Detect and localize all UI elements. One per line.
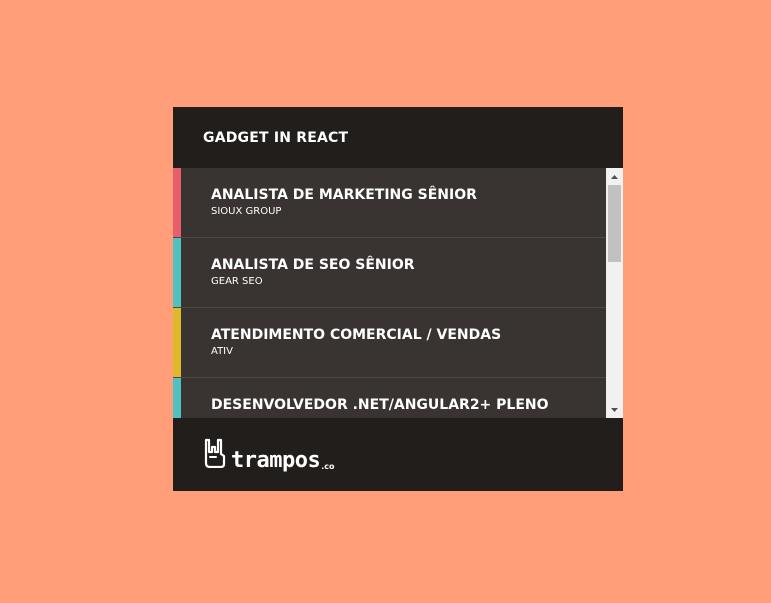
job-title: ANALISTA DE SEO SÊNIOR	[211, 257, 415, 273]
job-color-stripe	[173, 168, 181, 237]
gadget-title: GADGET IN REACT	[203, 129, 349, 146]
rock-hand-icon	[203, 438, 227, 472]
job-company: GEAR SEO	[211, 276, 263, 287]
jobs-gadget: GADGET IN REACT ANALISTA DE MARKETING SÊ…	[173, 107, 623, 491]
logo-suffix: .co	[321, 461, 335, 471]
trampos-logo[interactable]: trampos .co	[203, 438, 335, 472]
job-color-stripe	[173, 308, 181, 377]
gadget-footer: trampos .co	[173, 418, 623, 491]
scroll-up-arrow-icon[interactable]	[606, 168, 623, 185]
job-color-stripe	[173, 238, 181, 307]
scroll-down-arrow-icon[interactable]	[606, 401, 623, 418]
job-title: DESENVOLVEDOR .NET/ANGULAR2+ PLENO	[211, 397, 549, 413]
scroll-thumb[interactable]	[608, 185, 621, 262]
job-item[interactable]: ANALISTA DE MARKETING SÊNIOR SIOUX GROUP	[173, 168, 606, 238]
logo-wordmark: trampos	[231, 447, 321, 473]
job-item[interactable]: DESENVOLVEDOR .NET/ANGULAR2+ PLENO	[173, 378, 606, 418]
job-list-container: ANALISTA DE MARKETING SÊNIOR SIOUX GROUP…	[173, 168, 623, 418]
job-title: ANALISTA DE MARKETING SÊNIOR	[211, 187, 477, 203]
job-company: ATIV	[211, 346, 233, 357]
job-color-stripe	[173, 378, 181, 418]
job-company: SIOUX GROUP	[211, 206, 282, 217]
job-list-scrollbar[interactable]	[606, 168, 623, 418]
job-item[interactable]: ANALISTA DE SEO SÊNIOR GEAR SEO	[173, 238, 606, 308]
job-item[interactable]: ATENDIMENTO COMERCIAL / VENDAS ATIV	[173, 308, 606, 378]
job-list: ANALISTA DE MARKETING SÊNIOR SIOUX GROUP…	[173, 168, 606, 418]
gadget-header: GADGET IN REACT	[173, 107, 623, 168]
job-title: ATENDIMENTO COMERCIAL / VENDAS	[211, 327, 502, 343]
